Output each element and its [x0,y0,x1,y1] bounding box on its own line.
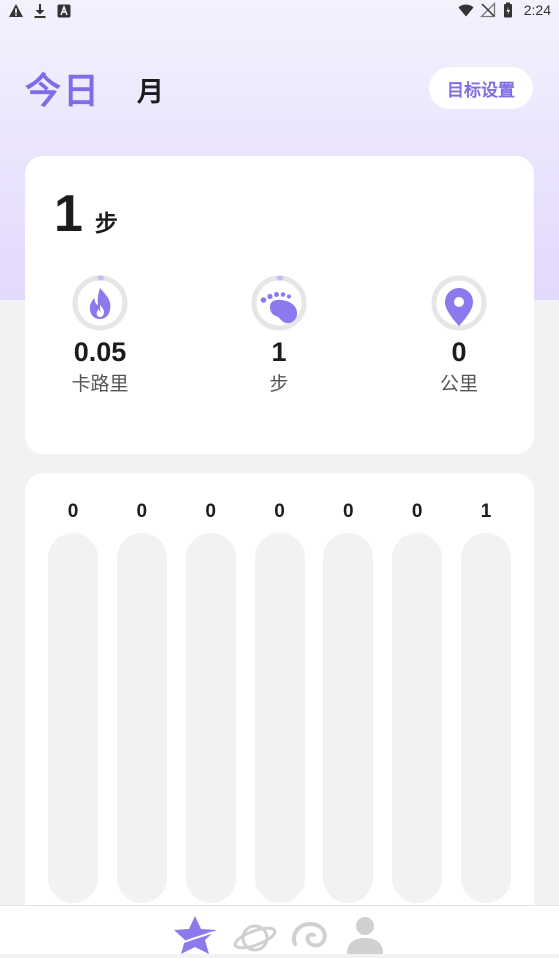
location-pin-icon [445,288,473,326]
steps-label: 步 [204,369,354,396]
total-steps: 1 步 [54,184,118,244]
goal-settings-button[interactable]: 目标设置 [429,67,533,109]
bar-value-label: 0 [117,501,167,523]
steps-count: 1 [54,184,83,244]
tab-month[interactable]: 月 [137,70,164,109]
metric-distance: 0 公里 [384,274,534,396]
download-icon [32,3,48,19]
bar-value-label: 0 [323,501,373,523]
bar-track [461,533,511,903]
bar-track [48,533,98,903]
star-icon [170,914,220,954]
nav-profile[interactable] [340,914,390,958]
swirl-icon [287,914,333,954]
distance-ring [430,274,488,332]
bar-track [255,533,305,903]
no-signal-icon [480,2,496,18]
status-time: 2:24 [524,2,551,18]
wifi-icon [458,2,474,18]
metric-calories: 0.05 卡路里 [25,274,175,396]
metric-steps: 1 步 [204,274,354,396]
bar-track [323,533,373,903]
weekly-steps-chart: 0000001 [25,473,534,913]
bar-value-label: 0 [255,501,305,523]
bar-track [117,533,167,903]
distance-label: 公里 [384,369,534,396]
nav-activity[interactable] [285,914,335,958]
footprint-icon [261,292,297,323]
bar-track [186,533,236,903]
app-notification-icon [56,3,72,19]
bottom-navigation [0,905,559,954]
calories-value: 0.05 [25,336,175,368]
bar-value-label: 0 [186,501,236,523]
tab-today[interactable]: 今日 [25,62,101,114]
bar-value-label: 0 [48,501,98,523]
planet-icon [232,914,278,954]
bar-value-label: 1 [461,501,511,523]
bar-value-label: 0 [392,501,442,523]
flame-icon [90,288,111,319]
steps-value: 1 [204,336,354,368]
warning-icon [8,3,24,19]
nav-home[interactable] [170,914,220,958]
steps-unit: 步 [95,204,118,238]
user-icon [342,914,388,954]
battery-icon [502,2,518,18]
nav-explore[interactable] [230,914,280,958]
bar-track [392,533,442,903]
distance-value: 0 [384,336,534,368]
status-bar: 2:24 [0,0,559,24]
calories-label: 卡路里 [25,369,175,396]
daily-summary-card: 1 步 0.05 卡路里 [25,156,534,454]
calories-ring [71,274,129,332]
steps-ring [250,274,308,332]
